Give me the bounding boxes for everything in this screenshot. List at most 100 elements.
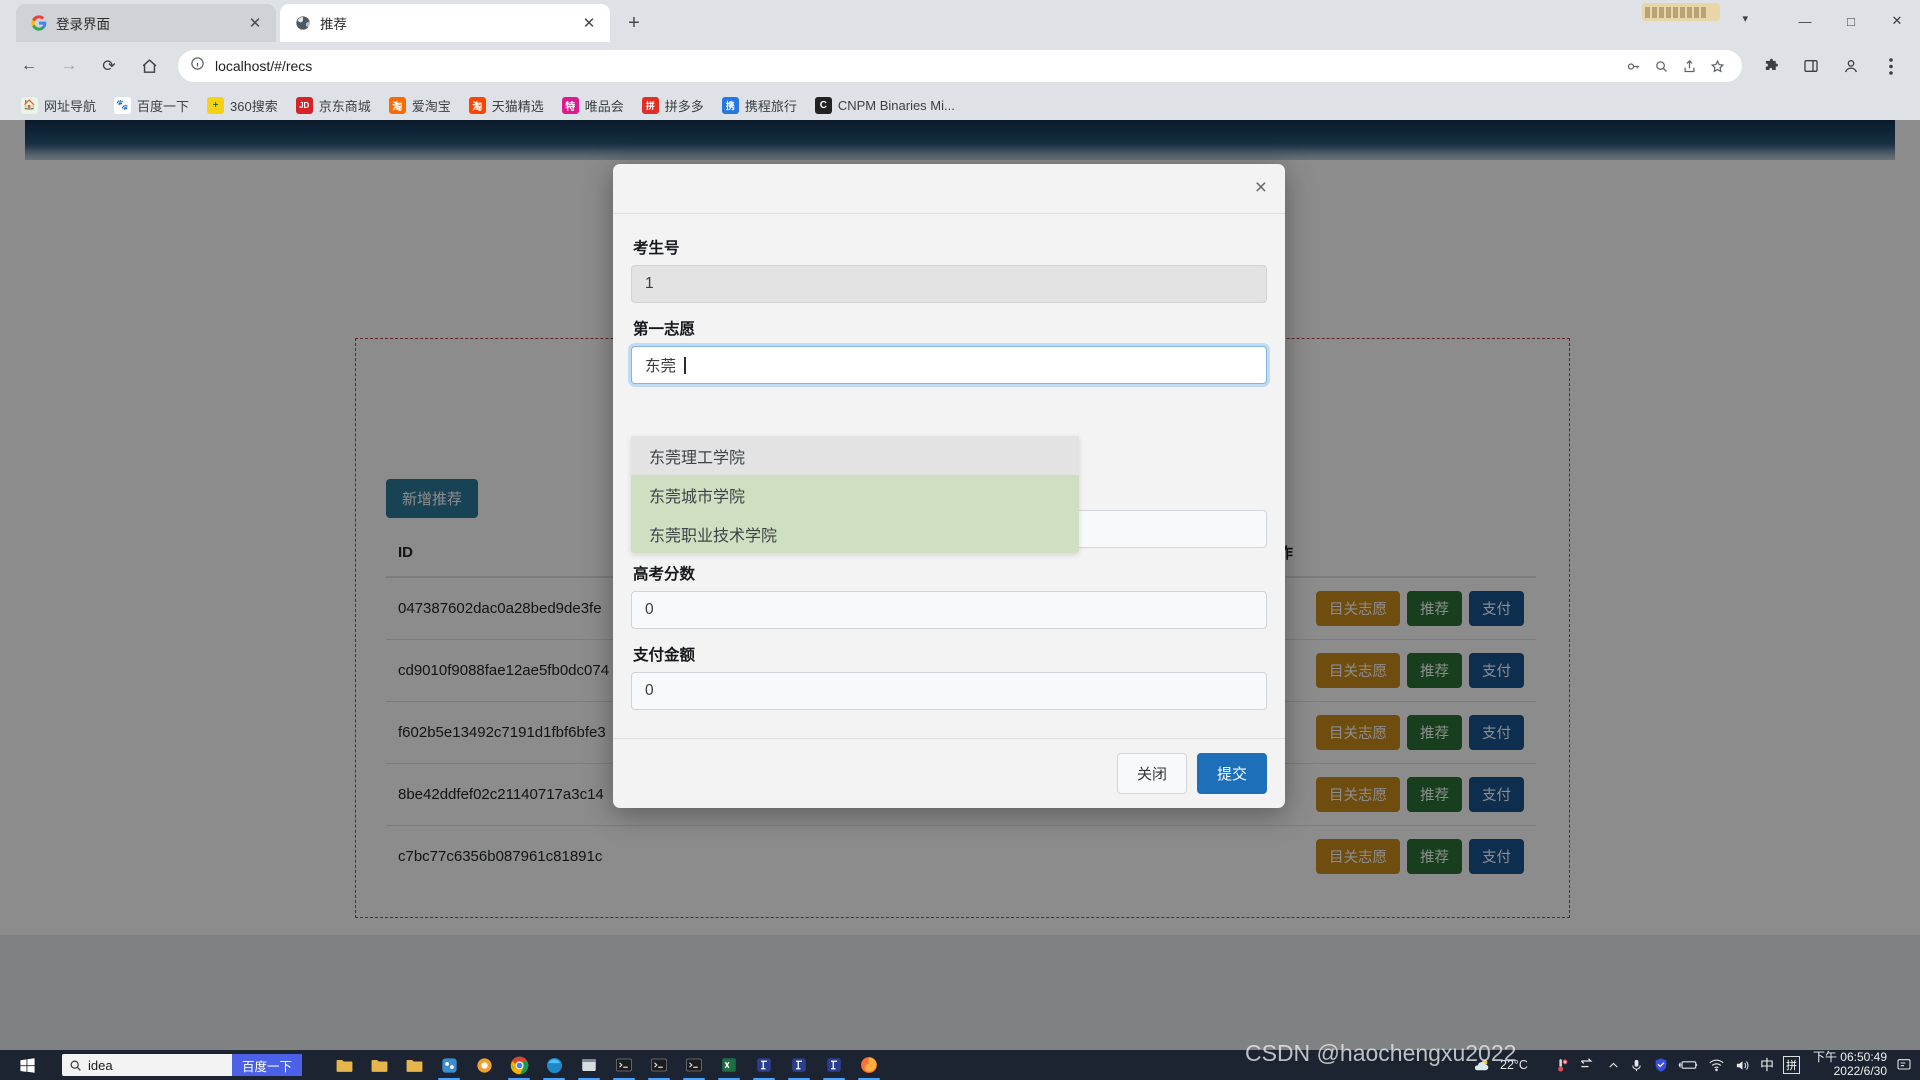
- profile-icon[interactable]: [1832, 47, 1870, 85]
- bookmark-label: 天猫精选: [492, 96, 544, 115]
- bookmark-item[interactable]: CCNPM Binaries Mi...: [808, 94, 962, 117]
- excel-icon[interactable]: [713, 1050, 745, 1080]
- maximize-button[interactable]: □: [1828, 0, 1874, 42]
- ctrip-icon: 携: [722, 97, 739, 114]
- jd-icon: JD: [296, 97, 313, 114]
- modal-footer: 关闭 提交: [613, 738, 1285, 808]
- omnibox-icons: [1620, 53, 1730, 79]
- chevron-down-icon[interactable]: ▾: [1742, 12, 1748, 25]
- google-icon: [30, 15, 47, 32]
- bookmark-item[interactable]: 🏠网址导航: [14, 93, 103, 118]
- bookmark-item[interactable]: JD京东商城: [289, 93, 378, 118]
- folder-icon[interactable]: [363, 1050, 395, 1080]
- exam-number-value: 1: [645, 275, 654, 293]
- exam-number-input[interactable]: 1: [631, 265, 1267, 303]
- close-button[interactable]: 关闭: [1117, 753, 1187, 794]
- terminal-icon[interactable]: [608, 1050, 640, 1080]
- wifi-icon[interactable]: [1708, 1058, 1725, 1072]
- label-first-choice: 第一志愿: [633, 317, 1267, 339]
- window-controls: — □ ✕: [1782, 0, 1920, 42]
- volume-icon[interactable]: [1734, 1058, 1751, 1073]
- network-flow-icon[interactable]: [1579, 1057, 1598, 1073]
- terminal-icon[interactable]: [678, 1050, 710, 1080]
- close-window-button[interactable]: ✕: [1874, 0, 1920, 42]
- reload-icon[interactable]: ⟳: [90, 47, 128, 85]
- folder-icon[interactable]: [398, 1050, 430, 1080]
- address-bar[interactable]: localhost/#/recs: [178, 50, 1742, 82]
- thermometer-icon[interactable]: [1553, 1057, 1570, 1074]
- home-icon[interactable]: [130, 47, 168, 85]
- ime-mode[interactable]: 中: [1760, 1055, 1774, 1075]
- first-choice-input[interactable]: 东莞: [631, 346, 1267, 384]
- bookmark-item[interactable]: 特唯品会: [555, 93, 631, 118]
- exam-score-input[interactable]: 0: [631, 591, 1267, 629]
- forward-icon[interactable]: →: [50, 47, 88, 85]
- new-tab-button[interactable]: +: [620, 9, 648, 37]
- close-icon[interactable]: ✕: [244, 12, 266, 34]
- label-exam-score: 高考分数: [633, 562, 1267, 584]
- app-icon[interactable]: [433, 1050, 465, 1080]
- taobao-icon: 淘: [389, 97, 406, 114]
- zoom-icon[interactable]: [1648, 53, 1674, 79]
- submit-button[interactable]: 提交: [1197, 753, 1267, 794]
- add-recommendation-modal: × 考生号 1 第一志愿 东莞 东莞理工学院 东莞城市学院 东莞职业技术学院 输…: [613, 164, 1285, 808]
- tab-recommend[interactable]: 推荐 ✕: [280, 4, 610, 42]
- ime-pinyin[interactable]: 拼: [1783, 1056, 1800, 1074]
- tab-login[interactable]: 登录界面 ✕: [16, 4, 276, 42]
- baidu-icon: 🐾: [114, 97, 131, 114]
- bookmark-item[interactable]: 淘天猫精选: [462, 93, 551, 118]
- baidu-search-button[interactable]: 百度一下: [232, 1054, 302, 1076]
- star-icon[interactable]: [1704, 53, 1730, 79]
- tmall-icon: 淘: [469, 97, 486, 114]
- edge-icon[interactable]: [538, 1050, 570, 1080]
- bookmark-item[interactable]: 拼拼多多: [635, 93, 711, 118]
- share-icon[interactable]: [1676, 53, 1702, 79]
- bookmark-label: 360搜索: [230, 96, 278, 115]
- autocomplete-dropdown: 东莞理工学院 东莞城市学院 东莞职业技术学院: [631, 436, 1079, 553]
- bookmark-label: 携程旅行: [745, 96, 797, 115]
- app-window-icon[interactable]: [573, 1050, 605, 1080]
- url-text: localhost/#/recs: [215, 58, 312, 74]
- firefox-icon[interactable]: [853, 1050, 885, 1080]
- battery-icon[interactable]: [1678, 1058, 1699, 1072]
- exam-score-value: 0: [645, 601, 654, 619]
- idea-icon[interactable]: [783, 1050, 815, 1080]
- menu-icon[interactable]: [1872, 47, 1910, 85]
- pdd-icon: 拼: [642, 97, 659, 114]
- bookmark-item[interactable]: 🐾百度一下: [107, 93, 196, 118]
- chevron-up-icon[interactable]: [1607, 1059, 1620, 1072]
- notification-icon[interactable]: [1896, 1057, 1912, 1073]
- autocomplete-option[interactable]: 东莞理工学院: [631, 436, 1079, 475]
- info-circle-icon[interactable]: [190, 56, 205, 76]
- bookmark-label: 爱淘宝: [412, 96, 451, 115]
- autocomplete-option[interactable]: 东莞职业技术学院: [631, 514, 1079, 553]
- payment-amount-value: 0: [645, 682, 654, 700]
- payment-amount-input[interactable]: 0: [631, 672, 1267, 710]
- sidepanel-icon[interactable]: [1792, 47, 1830, 85]
- so360-icon: +: [207, 97, 224, 114]
- back-icon[interactable]: ←: [10, 47, 48, 85]
- idea-icon[interactable]: [748, 1050, 780, 1080]
- taskbar-clock[interactable]: 下午 06:50:49 2022/6/30: [1809, 1051, 1887, 1079]
- bookmark-item[interactable]: 淘爱淘宝: [382, 93, 458, 118]
- tab-strip: 登录界面 ✕ 推荐 ✕ + ▾ — □ ✕: [0, 0, 1920, 42]
- window-profile-chip[interactable]: [1642, 3, 1720, 21]
- key-icon[interactable]: [1620, 53, 1646, 79]
- autocomplete-option[interactable]: 东莞城市学院: [631, 475, 1079, 514]
- windows-icon[interactable]: [0, 1050, 54, 1080]
- extensions-icon[interactable]: [1752, 47, 1790, 85]
- idea-icon[interactable]: [818, 1050, 850, 1080]
- bookmark-item[interactable]: +360搜索: [200, 93, 285, 118]
- close-icon[interactable]: ✕: [578, 12, 600, 34]
- bookmarks-bar: 🏠网址导航 🐾百度一下 +360搜索 JD京东商城 淘爱淘宝 淘天猫精选 特唯品…: [0, 90, 1920, 120]
- shield-icon[interactable]: [1653, 1057, 1669, 1073]
- close-icon[interactable]: ×: [1255, 176, 1267, 200]
- mic-icon[interactable]: [1629, 1058, 1644, 1073]
- bookmark-item[interactable]: 携携程旅行: [715, 93, 804, 118]
- chrome-icon[interactable]: [503, 1050, 535, 1080]
- folder-icon[interactable]: [328, 1050, 360, 1080]
- terminal-icon[interactable]: [643, 1050, 675, 1080]
- taskbar-search[interactable]: idea 百度一下: [62, 1054, 302, 1076]
- app-icon[interactable]: [468, 1050, 500, 1080]
- minimize-button[interactable]: —: [1782, 0, 1828, 42]
